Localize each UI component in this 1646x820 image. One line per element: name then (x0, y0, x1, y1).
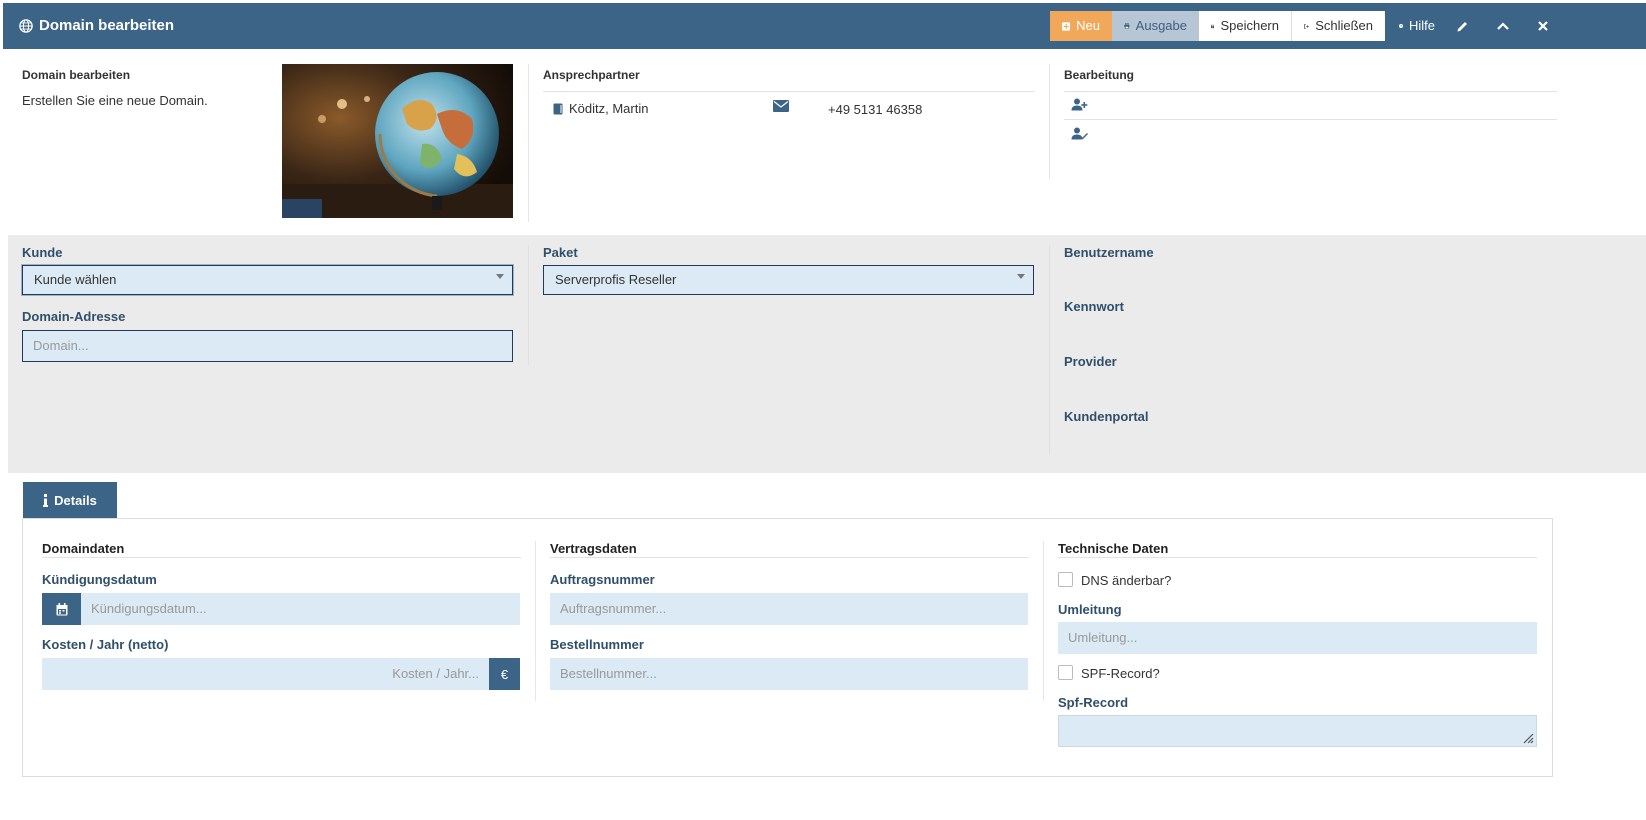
domaindaten-title: Domaindaten (42, 541, 125, 556)
kunde-select[interactable]: Kunde wählen (22, 265, 513, 295)
editing-divider (1049, 64, 1050, 179)
new-button[interactable]: Neu (1050, 11, 1112, 41)
address-book-icon (553, 103, 563, 114)
redirect-input[interactable]: Umleitung... (1058, 622, 1537, 654)
paket-label: Paket (543, 245, 578, 260)
provider-label: Provider (1064, 354, 1117, 369)
order-number-label: Auftragsnummer (550, 572, 655, 587)
paket-select[interactable]: Serverprofis Reseller (543, 265, 1034, 295)
kunde-dropdown-icon (496, 274, 504, 279)
paket-select-value: Serverprofis Reseller (555, 272, 677, 287)
purchase-number-label: Bestellnummer (550, 637, 644, 652)
edit-button[interactable] (1447, 11, 1477, 41)
contact-phone[interactable]: +49 5131 46358 (828, 102, 922, 117)
technische-divider (1058, 557, 1537, 558)
chevron-up-icon (1497, 22, 1509, 30)
envelope-icon (773, 100, 789, 112)
order-number-placeholder: Auftragsnummer... (560, 601, 667, 616)
customer-portal-label: Kundenportal (1064, 409, 1149, 424)
order-number-input[interactable]: Auftragsnummer... (550, 593, 1028, 625)
purchase-number-input[interactable]: Bestellnummer... (550, 658, 1028, 690)
help-button[interactable]: ? Hilfe (1387, 11, 1447, 41)
output-button-label: Ausgabe (1135, 18, 1187, 33)
save-button[interactable]: Speichern (1199, 11, 1292, 41)
spf-record-textarea[interactable] (1058, 715, 1537, 747)
costs-input[interactable]: Kosten / Jahr... (42, 658, 489, 690)
save-button-label: Speichern (1220, 18, 1279, 33)
domain-address-placeholder: Domain... (33, 338, 89, 353)
tab-details-label: Details (54, 492, 97, 508)
password-label: Kennwort (1064, 299, 1124, 314)
contact-heading: Ansprechpartner (543, 68, 640, 82)
save-icon (1211, 24, 1215, 28)
plus-square-icon (1062, 21, 1071, 31)
globe-image (282, 64, 513, 218)
title-bar: Domain bearbeiten Neu Ausgabe Speichern … (3, 3, 1646, 49)
help-button-label: Hilfe (1408, 18, 1435, 33)
technische-title: Technische Daten (1058, 541, 1169, 556)
username-label: Benutzername (1064, 245, 1154, 260)
contact-entry[interactable]: Köditz, Martin (553, 101, 648, 116)
contact-name: Köditz, Martin (569, 101, 649, 116)
euro-icon: € (500, 666, 509, 682)
domain-edit-window: Domain bearbeiten Neu Ausgabe Speichern … (3, 3, 1646, 820)
dns-editable-checkbox[interactable] (1058, 572, 1073, 587)
costs-placeholder: Kosten / Jahr... (392, 666, 479, 681)
question-circle-icon: ? (1399, 24, 1403, 28)
sign-out-icon (1304, 23, 1309, 29)
close-button[interactable] (1528, 11, 1558, 41)
editing-divider-mid (1064, 119, 1557, 120)
window-title: Domain bearbeiten (19, 3, 174, 49)
tab-details[interactable]: Details (23, 482, 117, 518)
info-divider (528, 64, 529, 222)
new-button-label: Neu (1076, 18, 1100, 33)
svg-text:?: ? (1400, 24, 1402, 28)
redirect-placeholder: Umleitung... (1068, 630, 1138, 645)
kunde-label: Kunde (22, 245, 63, 260)
form-divider-right (1049, 245, 1050, 455)
paket-dropdown-icon (1017, 274, 1025, 279)
calendar-button[interactable] (42, 593, 81, 625)
domain-address-label: Domain-Adresse (22, 309, 126, 324)
vertragsdaten-title: Vertragsdaten (550, 541, 637, 556)
output-button[interactable]: Ausgabe (1112, 11, 1199, 41)
domain-address-input[interactable]: Domain... (22, 330, 513, 362)
spf-record-check-label: SPF-Record? (1081, 666, 1160, 681)
created-by-icon (1071, 98, 1088, 116)
close-form-button[interactable]: Schließen (1292, 11, 1385, 41)
cancellation-date-placeholder: Kündigungsdatum... (91, 601, 207, 616)
spf-record-checkbox[interactable] (1058, 665, 1073, 680)
info-icon (43, 493, 49, 507)
dns-editable-label: DNS änderbar? (1081, 573, 1172, 588)
cancellation-date-label: Kündigungsdatum (42, 572, 157, 587)
form-divider-left (528, 245, 529, 365)
purchase-number-placeholder: Bestellnummer... (560, 666, 657, 681)
details-divider-1 (535, 541, 536, 701)
modified-by-icon (1071, 127, 1088, 145)
pencil-icon (1457, 21, 1467, 31)
editing-divider-top (1064, 91, 1557, 92)
info-description: Erstellen Sie eine neue Domain. (22, 93, 208, 108)
info-heading: Domain bearbeiten (22, 68, 131, 82)
calendar-icon (56, 602, 67, 615)
window-title-text: Domain bearbeiten (39, 17, 175, 34)
collapse-button[interactable] (1488, 11, 1518, 41)
redirect-label: Umleitung (1058, 602, 1122, 617)
close-form-button-label: Schließen (1315, 18, 1373, 33)
domaindaten-divider (42, 557, 521, 558)
close-icon (1538, 21, 1548, 31)
currency-addon: € (489, 658, 520, 690)
vertragsdaten-divider (550, 557, 1029, 558)
spf-record-label: Spf-Record (1058, 695, 1129, 710)
print-icon (1124, 23, 1130, 29)
cancellation-date-input[interactable]: Kündigungsdatum... (81, 593, 520, 625)
costs-label: Kosten / Jahr (netto) (42, 637, 169, 652)
editing-heading: Bearbeitung (1064, 68, 1135, 82)
kunde-select-value: Kunde wählen (34, 272, 117, 287)
contact-divider (543, 91, 1034, 92)
resize-handle-icon[interactable] (1522, 732, 1534, 744)
details-divider-2 (1043, 541, 1044, 701)
globe-icon (19, 19, 33, 33)
email-contact-button[interactable] (773, 99, 789, 117)
